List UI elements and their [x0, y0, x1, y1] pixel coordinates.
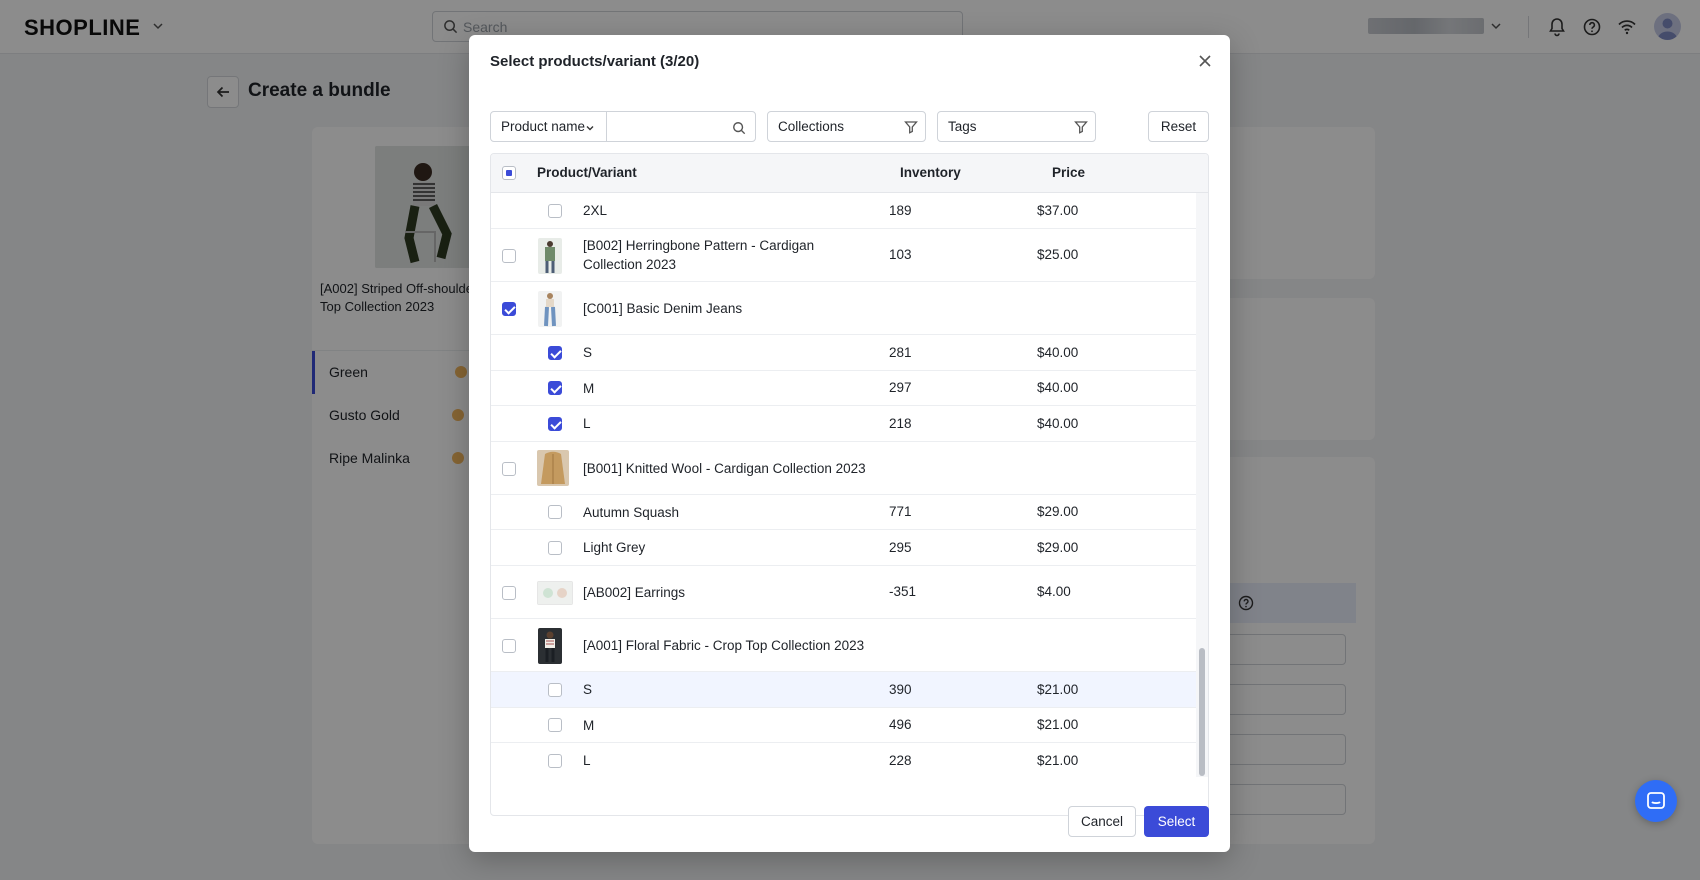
- inventory-value: 228: [889, 753, 912, 768]
- variant-name: S: [583, 345, 593, 360]
- product-thumbnail: [537, 581, 573, 605]
- product-name: [C001] Basic Denim Jeans: [583, 301, 743, 316]
- reset-button[interactable]: Reset: [1148, 111, 1209, 142]
- column-header-product: Product/Variant: [537, 165, 637, 180]
- cancel-button[interactable]: Cancel: [1068, 806, 1136, 837]
- price-value: $37.00: [1037, 203, 1079, 218]
- filter-icon: [904, 121, 918, 134]
- tags-filter[interactable]: Tags: [937, 111, 1096, 142]
- product-thumbnail: [538, 238, 562, 274]
- variant-name: L: [583, 753, 591, 768]
- row-checkbox[interactable]: [548, 541, 562, 555]
- inventory-value: 297: [889, 380, 912, 395]
- select-button[interactable]: Select: [1144, 806, 1209, 837]
- product-row[interactable]: [B001] Knitted Wool - Cardigan Collectio…: [491, 442, 1196, 495]
- variant-row[interactable]: 2XL 189 $37.00: [491, 193, 1196, 229]
- variant-row[interactable]: S 390 $21.00: [491, 672, 1196, 708]
- collections-filter-label: Collections: [778, 119, 845, 134]
- search-icon[interactable]: [732, 121, 746, 135]
- price-value: $40.00: [1037, 380, 1079, 395]
- products-table: Product/Variant Inventory Price 2XL 189 …: [490, 153, 1209, 816]
- row-checkbox[interactable]: [548, 505, 562, 519]
- variant-row[interactable]: M 297 $40.00: [491, 371, 1196, 406]
- variant-name: Light Grey: [583, 540, 646, 555]
- row-checkbox[interactable]: [502, 586, 516, 600]
- inventory-value: 295: [889, 540, 912, 555]
- price-value: $21.00: [1037, 682, 1079, 697]
- chat-icon: [1647, 792, 1665, 809]
- product-name: [AB002] Earrings: [583, 585, 686, 600]
- row-checkbox[interactable]: [502, 462, 516, 476]
- inventory-value: 103: [889, 247, 912, 262]
- product-name: [B001] Knitted Wool - Cardigan Collectio…: [583, 461, 866, 476]
- inventory-value: -351: [889, 584, 917, 599]
- row-checkbox[interactable]: [548, 381, 562, 395]
- inventory-value: 771: [889, 504, 912, 519]
- variant-name: Autumn Squash: [583, 505, 680, 520]
- variant-row[interactable]: Autumn Squash 771 $29.00: [491, 495, 1196, 530]
- price-value: $40.00: [1037, 345, 1079, 360]
- column-header-inventory: Inventory: [900, 165, 961, 180]
- table-body: 2XL 189 $37.00 [B002] Herringbone Patter…: [491, 193, 1196, 777]
- row-checkbox[interactable]: [502, 302, 516, 316]
- row-checkbox[interactable]: [548, 754, 562, 768]
- chevron-down-icon: [586, 126, 594, 131]
- product-row[interactable]: [AB002] Earrings -351 $4.00: [491, 566, 1196, 619]
- price-value: $29.00: [1037, 504, 1079, 519]
- product-thumbnail: [538, 291, 562, 327]
- inventory-value: 281: [889, 345, 912, 360]
- variant-name: 2XL: [583, 203, 608, 218]
- table-header: Product/Variant Inventory Price: [491, 154, 1208, 193]
- variant-name: L: [583, 416, 591, 431]
- column-header-price: Price: [1052, 165, 1086, 180]
- row-checkbox[interactable]: [548, 718, 562, 732]
- variant-row[interactable]: L 228 $21.00: [491, 743, 1196, 777]
- tags-filter-label: Tags: [948, 119, 977, 134]
- variant-row[interactable]: S 281 $40.00: [491, 335, 1196, 371]
- variant-row[interactable]: M 496 $21.00: [491, 708, 1196, 743]
- select-all-checkbox[interactable]: [502, 166, 516, 180]
- price-value: $21.00: [1037, 753, 1079, 768]
- row-checkbox[interactable]: [548, 346, 562, 360]
- inventory-value: 218: [889, 416, 912, 431]
- price-value: $29.00: [1037, 540, 1079, 555]
- scrollbar-thumb[interactable]: [1199, 648, 1205, 776]
- row-checkbox[interactable]: [502, 249, 516, 263]
- search-field-select[interactable]: Product name: [490, 111, 607, 142]
- product-thumbnail: [538, 628, 562, 664]
- inventory-value: 390: [889, 682, 912, 697]
- table-scrollbar[interactable]: [1196, 193, 1208, 777]
- product-row[interactable]: [A001] Floral Fabric - Crop Top Collecti…: [491, 619, 1196, 672]
- collections-filter[interactable]: Collections: [767, 111, 926, 142]
- filter-bar: Product name Collections Tags Reset: [490, 111, 1209, 142]
- variant-name: M: [583, 381, 595, 396]
- product-name: [B002] Herringbone Pattern - Cardigan Co…: [583, 238, 815, 272]
- chat-button[interactable]: [1635, 780, 1677, 822]
- product-row[interactable]: [B002] Herringbone Pattern - Cardigan Co…: [491, 229, 1196, 282]
- product-name: [A001] Floral Fabric - Crop Top Collecti…: [583, 638, 865, 653]
- variant-name: S: [583, 682, 593, 697]
- product-row[interactable]: [C001] Basic Denim Jeans: [491, 282, 1196, 335]
- dialog-title: Select products/variant (3/20): [490, 53, 700, 70]
- product-search-input[interactable]: [606, 111, 756, 142]
- row-checkbox[interactable]: [548, 204, 562, 218]
- close-icon[interactable]: [1196, 52, 1214, 70]
- filter-icon: [1074, 121, 1088, 134]
- price-value: $21.00: [1037, 717, 1079, 732]
- row-checkbox[interactable]: [548, 417, 562, 431]
- variant-row[interactable]: L 218 $40.00: [491, 406, 1196, 442]
- price-value: $25.00: [1037, 247, 1079, 262]
- row-checkbox[interactable]: [548, 683, 562, 697]
- row-checkbox[interactable]: [502, 639, 516, 653]
- inventory-value: 189: [889, 203, 912, 218]
- select-products-dialog: Select products/variant (3/20) Product n…: [469, 35, 1230, 852]
- product-thumbnail: [537, 450, 569, 486]
- search-field-label: Product name: [501, 119, 586, 134]
- inventory-value: 496: [889, 717, 912, 732]
- variant-name: M: [583, 718, 595, 733]
- price-value: $40.00: [1037, 416, 1079, 431]
- variant-row[interactable]: Light Grey 295 $29.00: [491, 530, 1196, 566]
- price-value: $4.00: [1037, 584, 1071, 599]
